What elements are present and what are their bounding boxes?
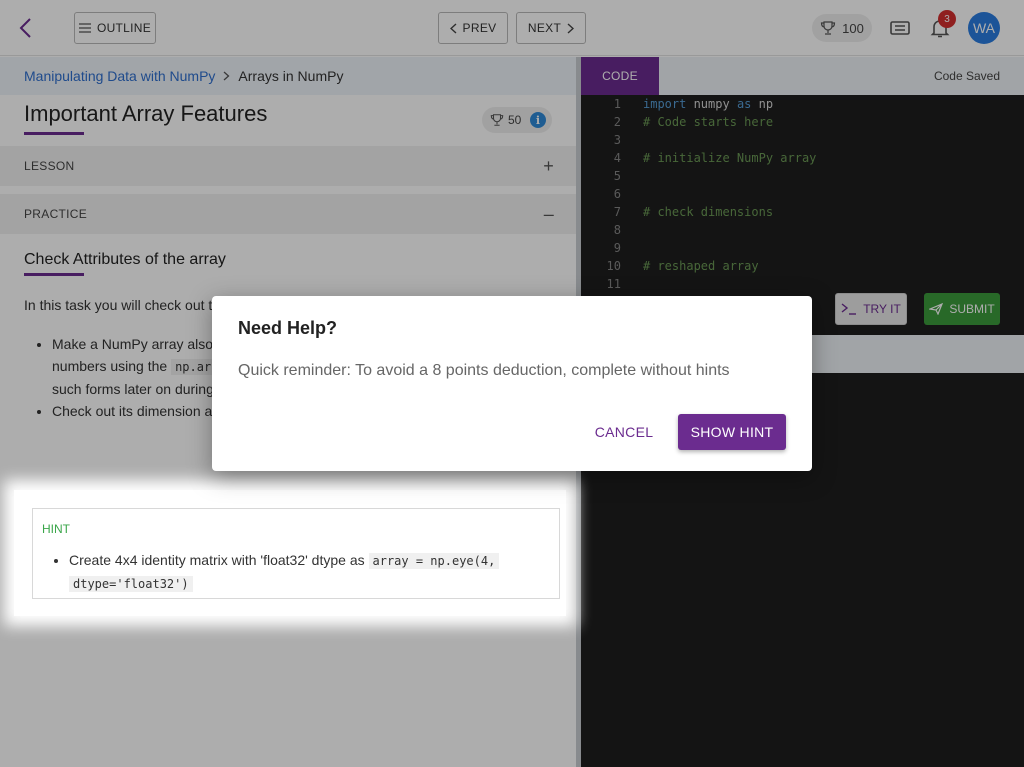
inline-code: array = np.eye(4, bbox=[368, 553, 500, 569]
list-item: Create 4x4 identity matrix with 'float32… bbox=[69, 549, 549, 595]
dialog-message: Quick reminder: To avoid a 8 points dedu… bbox=[238, 362, 730, 379]
hint-label: HINT bbox=[42, 522, 70, 536]
hint-list: Create 4x4 identity matrix with 'float32… bbox=[69, 549, 549, 595]
need-help-dialog: Need Help? Quick reminder: To avoid a 8 … bbox=[212, 296, 812, 471]
hint-text: Create 4x4 identity matrix with 'float32… bbox=[69, 552, 365, 568]
show-hint-button[interactable]: SHOW HINT bbox=[678, 414, 786, 450]
inline-code: dtype='float32') bbox=[69, 576, 193, 592]
hint-card: HINT Create 4x4 identity matrix with 'fl… bbox=[32, 508, 560, 599]
dialog-title: Need Help? bbox=[238, 318, 338, 338]
cancel-button[interactable]: CANCEL bbox=[586, 414, 662, 450]
